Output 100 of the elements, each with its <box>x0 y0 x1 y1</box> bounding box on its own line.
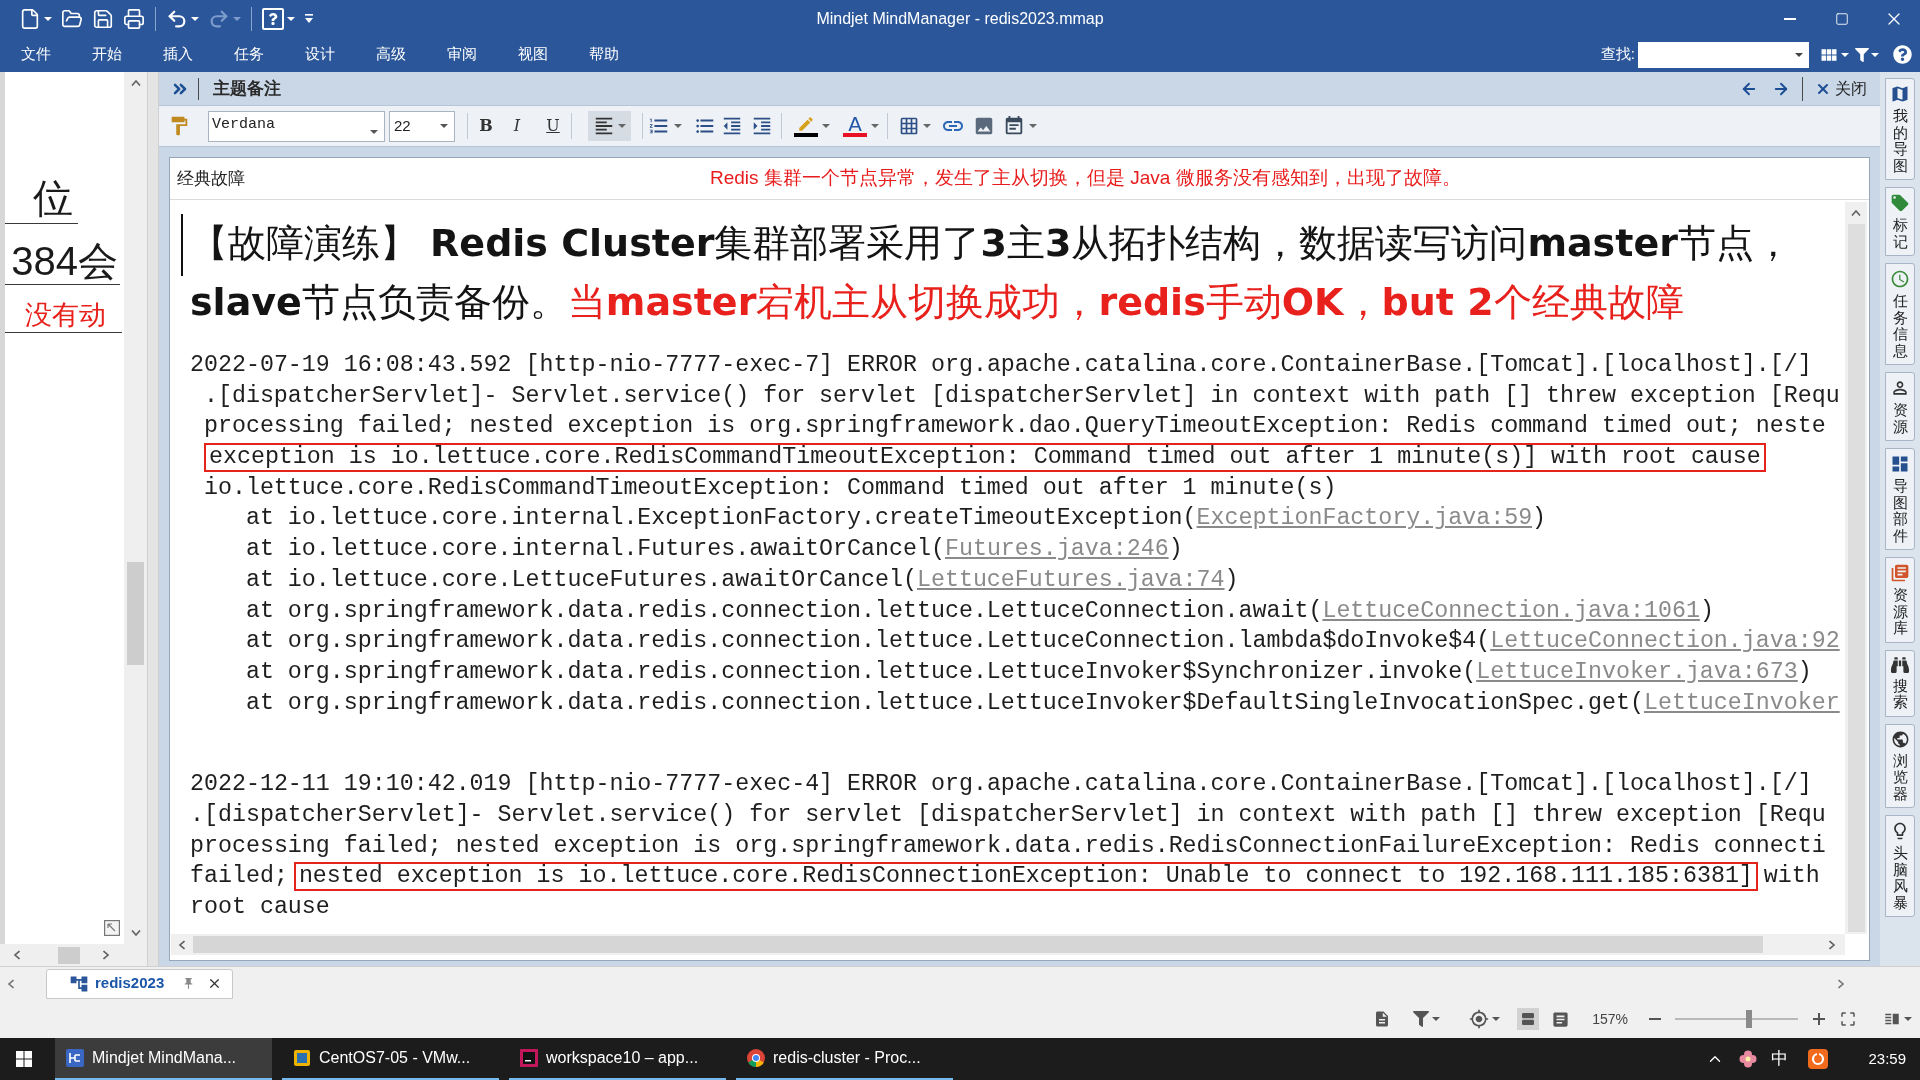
caret-icon <box>1432 1017 1441 1021</box>
close-panel-button[interactable]: 关闭 <box>1815 76 1867 101</box>
side-tab[interactable]: 浏览器 <box>1885 723 1915 808</box>
help-icon[interactable] <box>1893 45 1912 64</box>
printer-icon <box>123 7 145 30</box>
search-field[interactable] <box>1638 41 1809 68</box>
log-text: at org.springframework.data.redis.connection.lettuce.LettuceConnection.await( <box>245 597 1323 624</box>
clock-icon <box>1890 269 1910 289</box>
heading-text: 【故障演练】 Redis Cluster集群部署采用了3主3从拓扑结构，数据读写访问master节点， slave节点负责备份。当master宕机主从切换成功，redis手动OK，but 2个经典故障 <box>190 220 1792 326</box>
scroll-up-icon[interactable] <box>130 80 141 86</box>
app-tile-icon[interactable] <box>1808 1049 1829 1069</box>
zoom-level-text: 157% <box>1592 1009 1628 1029</box>
menu-item[interactable]: 开始 <box>71 39 142 70</box>
side-tab[interactable]: 导图部件 <box>1885 448 1915 550</box>
caret-icon <box>287 16 295 21</box>
side-tab[interactable]: 标记 <box>1885 187 1915 256</box>
caret-icon <box>1795 52 1803 57</box>
maximize-icon <box>1835 11 1849 26</box>
side-tab[interactable]: 资源 <box>1885 372 1915 441</box>
target-button[interactable] <box>1469 1009 1501 1029</box>
note-title: 经典故障 <box>176 167 246 190</box>
menu-item[interactable]: 高级 <box>355 39 426 70</box>
side-tab[interactable]: 任务信息 <box>1885 263 1915 365</box>
caret-icon <box>191 16 199 21</box>
target-icon <box>1469 1009 1490 1029</box>
side-tab[interactable]: 搜索 <box>1885 649 1915 717</box>
zoom-in-icon[interactable] <box>1813 1013 1825 1025</box>
side-tab[interactable]: 我的导图 <box>1885 78 1915 180</box>
log-text: 2022-07-19 16:08:43.592 [http-nio-7777-exec-7] ERROR org.apache.catalina.core.ContainerBase.[Tomcat].[localhost].[/] <box>190 352 1812 378</box>
map-topic[interactable]: 位 <box>5 172 78 224</box>
menu-item[interactable]: 文件 <box>0 39 71 70</box>
filter-button[interactable] <box>1855 47 1879 62</box>
clock-time: 23:59 <box>1868 1048 1906 1069</box>
caret-icon <box>1841 52 1849 57</box>
globe-icon <box>1890 729 1910 749</box>
taskbar-item[interactable]: workspace10 – app... <box>509 1038 726 1080</box>
color-bar-icon <box>843 133 867 137</box>
side-tab[interactable]: 资源库 <box>1885 557 1915 643</box>
menu-item[interactable]: 插入 <box>142 39 213 70</box>
scroll-right-icon[interactable] <box>103 950 109 960</box>
caret-icon <box>1029 124 1037 128</box>
menu-item[interactable]: 视图 <box>497 39 568 70</box>
caret-icon <box>822 124 830 128</box>
page-icon[interactable] <box>1551 1009 1571 1029</box>
scroll-left-icon[interactable] <box>14 950 20 960</box>
highlighter-icon <box>794 115 818 137</box>
menu-item[interactable]: 设计 <box>284 39 355 70</box>
menu-item[interactable]: 任务 <box>213 39 284 70</box>
font-color-button[interactable]: A <box>843 111 879 141</box>
log-text: with <box>1763 863 1820 890</box>
scroll-left-icon[interactable] <box>179 939 185 950</box>
align-button[interactable] <box>588 111 631 141</box>
panel-title: 主题备注 <box>213 77 281 100</box>
square-app-icon <box>66 1049 84 1067</box>
format-style-button[interactable]: I <box>504 112 530 140</box>
minimize-icon <box>1784 17 1796 20</box>
caret-icon <box>674 124 682 128</box>
menu-item[interactable]: 审阅 <box>426 39 497 70</box>
side-tab[interactable]: 头脑风暴 <box>1885 815 1915 917</box>
decrease-indent-icon <box>721 115 743 137</box>
slider-thumb[interactable] <box>1745 1010 1752 1028</box>
scroll-left-icon[interactable] <box>8 978 14 989</box>
flower-icon[interactable] <box>1739 1050 1758 1068</box>
image-icon <box>973 115 995 137</box>
format-style-button[interactable]: B <box>473 112 499 140</box>
highlighted-log-text: exception is io.lettuce.core.RedisCommandTimeoutException: Command timed out after 1 minute(s)] with root cause <box>203 443 1766 473</box>
map-topic[interactable]: 384会 <box>5 237 120 285</box>
filter-button[interactable] <box>1413 1011 1441 1027</box>
scrollbar-thumb[interactable] <box>193 936 1763 953</box>
map-topic[interactable]: 没有动 <box>5 297 122 333</box>
filter-icon <box>1413 1011 1430 1027</box>
caret-icon <box>1492 1017 1501 1021</box>
split-view-icon[interactable] <box>1517 1008 1540 1030</box>
table-icon <box>899 116 919 136</box>
search-label: 查找: <box>1600 44 1635 65</box>
taskbar-item[interactable]: Mindjet MindMana... <box>55 1038 272 1080</box>
scroll-up-icon[interactable] <box>1851 210 1861 216</box>
scroll-down-icon[interactable] <box>130 930 141 936</box>
zoom-slider[interactable] <box>1675 1010 1798 1028</box>
document-tab[interactable]: redis2023 <box>46 968 234 999</box>
scrollbar-thumb[interactable] <box>58 946 80 964</box>
font-select[interactable]: Verdana <box>208 110 385 142</box>
input-method-indicator[interactable]: 中 <box>1771 1046 1789 1072</box>
text-caret <box>181 214 183 276</box>
taskbar-item[interactable]: CentOS7-05 - VMw... <box>282 1038 499 1080</box>
log-text: io.lettuce.core.RedisCommandTimeoutException: Command timed out after 1 minute(s) <box>203 474 1337 501</box>
font-size-select[interactable]: 22 <box>389 110 455 142</box>
taskbar-item[interactable]: redis-cluster - Proc... <box>736 1038 953 1080</box>
log-text: at io.lettuce.core.internal.ExceptionFactory.createTimeoutException( <box>245 505 1197 532</box>
scrollbar-thumb[interactable] <box>127 562 144 665</box>
windows-logo-icon <box>16 1051 32 1067</box>
menu-item[interactable]: 帮助 <box>568 39 639 70</box>
scroll-right-icon[interactable] <box>1829 939 1835 950</box>
fit-page-icon[interactable] <box>1839 1010 1857 1028</box>
framed-square-icon <box>293 1049 311 1067</box>
log-text: at org.springframework.data.redis.connection.lettuce.LettuceInvoker$Synchronizer.invoke( <box>245 658 1477 685</box>
scroll-right-icon[interactable] <box>1838 978 1844 989</box>
format-style-button[interactable]: U <box>540 112 566 140</box>
map-icon <box>1890 84 1910 104</box>
caret-icon <box>1871 52 1879 57</box>
